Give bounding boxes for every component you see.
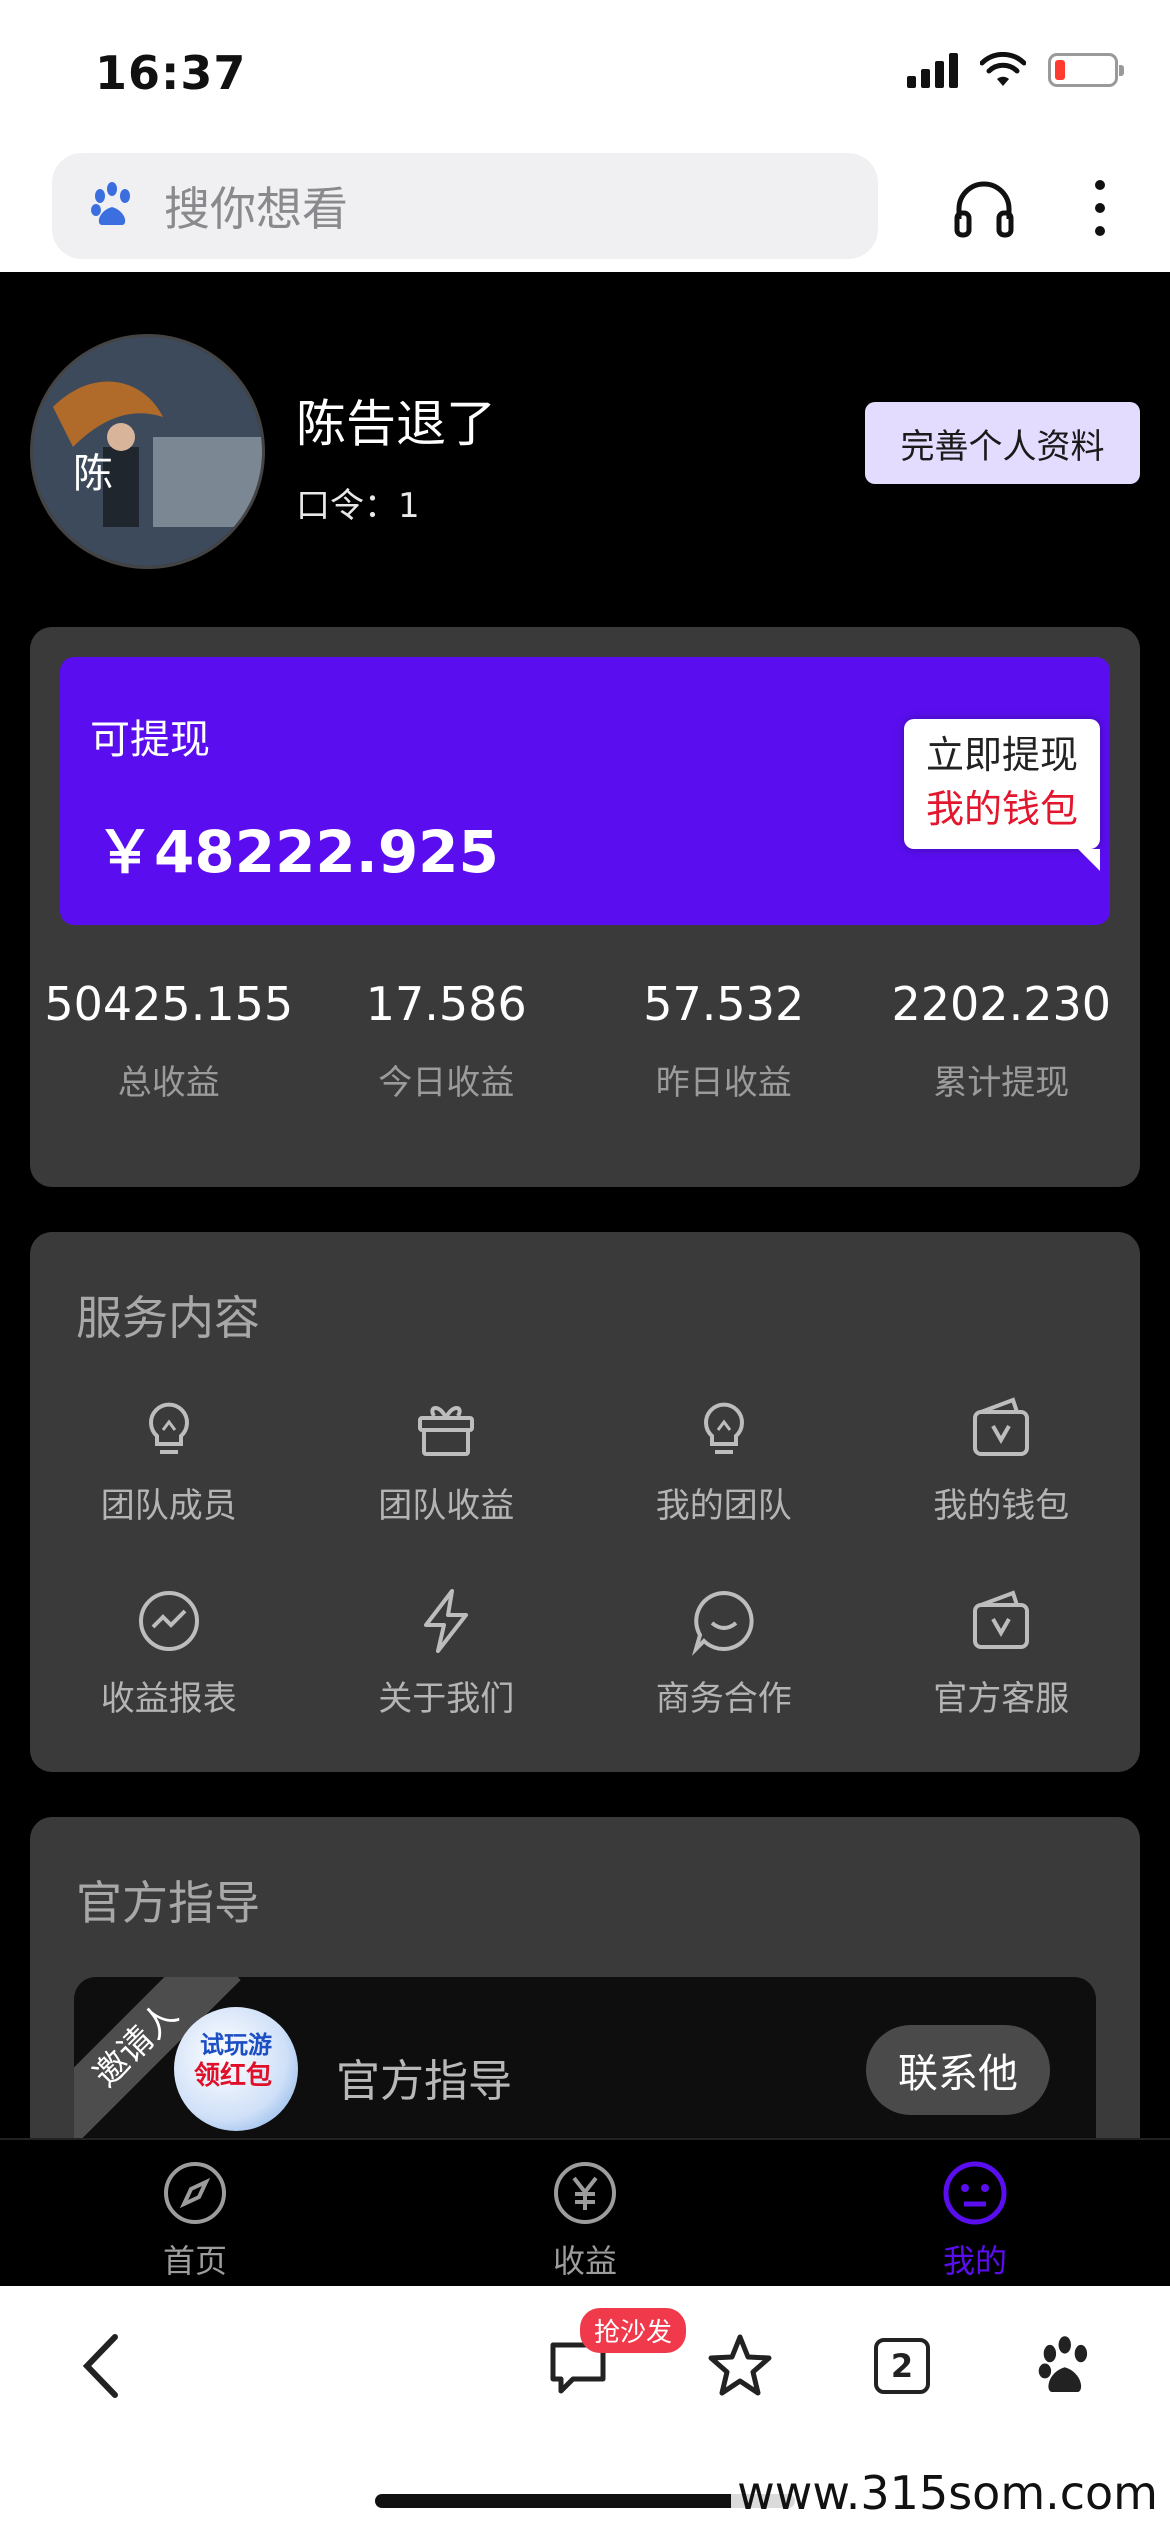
stat-total: 50425.155 总收益: [30, 977, 308, 1104]
tab-earnings[interactable]: 收益: [485, 2160, 685, 2282]
tabs-count-button[interactable]: 2: [862, 2326, 942, 2406]
earnings-stats: 50425.155 总收益 17.586 今日收益 57.532 昨日收益 22…: [30, 977, 1140, 1104]
tab-label: 首页: [162, 2242, 227, 2280]
yen-icon: [554, 2162, 616, 2224]
comment-badge: 抢沙发: [580, 2308, 687, 2353]
service-about-us[interactable]: 关于我们: [308, 1585, 586, 1720]
service-label: 关于我们: [378, 1679, 515, 1719]
services-title: 服务内容: [76, 1291, 260, 1345]
tabs-count: 2: [874, 2338, 930, 2394]
avatar-image: 陈: [33, 337, 262, 566]
headphones-icon[interactable]: [946, 170, 1022, 246]
invite-code: 口令：1: [296, 486, 420, 526]
bulb-icon: [703, 1402, 744, 1454]
favorite-star-icon[interactable]: [700, 2326, 780, 2406]
chart-icon: [138, 1591, 199, 1651]
search-placeholder: 搜你想看: [164, 182, 348, 236]
signal-icon: [907, 52, 958, 88]
tab-mine[interactable]: 我的: [875, 2160, 1075, 2282]
stat-value: 50425.155: [44, 977, 294, 1031]
browser-toolbar: 抢沙发 2 www.315som.com: [0, 2286, 1170, 2532]
guide-card: 官方指导 邀请人 试玩游 领红包 官方指导 联系他: [30, 1817, 1140, 2138]
service-business[interactable]: 商务合作: [585, 1585, 863, 1720]
stat-value: 57.532: [643, 977, 805, 1031]
guide-item: 邀请人 试玩游 领红包 官方指导 联系他: [74, 1977, 1096, 2138]
wifi-icon: [980, 52, 1026, 86]
wallet-icon: [973, 1397, 1030, 1456]
profile-header: 陈 陈告退了 口令：1 完善个人资料: [30, 334, 1140, 570]
browser-header: 16:37 搜你想看: [0, 0, 1170, 272]
service-my-team[interactable]: 我的团队: [585, 1392, 863, 1527]
stat-label: 总收益: [117, 1063, 220, 1103]
stat-withdrawn: 2202.230 累计提现: [863, 977, 1141, 1104]
balance-label: 可提现: [90, 717, 210, 763]
tab-label: 我的: [942, 2242, 1007, 2280]
guide-title: 官方指导: [76, 1876, 260, 1930]
service-label: 团队成员: [100, 1486, 237, 1526]
balance-amount: ￥48222.925: [96, 818, 499, 886]
service-label: 我的钱包: [933, 1486, 1070, 1526]
avatar[interactable]: 陈: [30, 334, 265, 569]
contact-button[interactable]: 联系他: [866, 2025, 1050, 2115]
guide-name: 官方指导: [336, 2056, 512, 2107]
status-icons: [907, 52, 1124, 88]
service-earnings-report[interactable]: 收益报表: [30, 1585, 308, 1720]
service-label: 收益报表: [100, 1679, 237, 1719]
wallet-icon: [973, 1590, 1030, 1649]
lightning-icon: [424, 1589, 469, 1653]
stat-yesterday: 57.532 昨日收益: [585, 977, 863, 1104]
face-icon: [943, 2161, 1007, 2225]
stat-value: 17.586: [365, 977, 527, 1031]
svg-text:陈: 陈: [73, 451, 113, 497]
service-customer-support[interactable]: 官方客服: [863, 1585, 1141, 1720]
guide-thumbnail: 试玩游 领红包: [174, 2007, 298, 2131]
service-team-earnings[interactable]: 团队收益: [308, 1392, 586, 1527]
gift-icon: [418, 1406, 475, 1456]
app-content: 陈 陈告退了 口令：1 完善个人资料 可提现 ￥48222.925 立即提现 我…: [0, 272, 1170, 2138]
back-icon[interactable]: [62, 2326, 142, 2406]
thumb-text: 领红包: [194, 2061, 273, 2091]
service-label: 商务合作: [655, 1679, 792, 1719]
service-team-members[interactable]: 团队成员: [30, 1392, 308, 1527]
tab-label: 收益: [552, 2242, 617, 2280]
services-card: 服务内容 团队成员 团队收益 我的团队 我的钱包 收益报表 关于我们 商务合作 …: [30, 1232, 1140, 1772]
watermark: www.315som.com: [731, 2466, 1164, 2520]
chat-icon: [691, 1590, 754, 1656]
service-label: 我的团队: [655, 1486, 792, 1526]
stat-label: 累计提现: [933, 1063, 1070, 1103]
stat-today: 17.586 今日收益: [308, 977, 586, 1104]
balance-panel: 可提现 ￥48222.925 立即提现 我的钱包: [60, 657, 1110, 925]
stat-label: 昨日收益: [655, 1063, 792, 1103]
service-my-wallet[interactable]: 我的钱包: [863, 1392, 1141, 1527]
username: 陈告退了: [296, 395, 496, 453]
earnings-card: 可提现 ￥48222.925 立即提现 我的钱包 50425.155 总收益 1…: [30, 627, 1140, 1187]
status-time: 16:37: [95, 46, 247, 100]
more-menu-icon[interactable]: [1062, 170, 1138, 246]
tab-home[interactable]: 首页: [95, 2160, 295, 2282]
stat-value: 2202.230: [891, 977, 1112, 1031]
stat-label: 今日收益: [378, 1063, 515, 1103]
service-label: 官方客服: [933, 1679, 1070, 1719]
services-grid: 团队成员 团队收益 我的团队 我的钱包 收益报表 关于我们 商务合作 官方客服: [30, 1392, 1140, 1720]
edit-profile-button[interactable]: 完善个人资料: [865, 402, 1140, 484]
withdraw-button[interactable]: 立即提现 我的钱包: [904, 719, 1100, 871]
bulb-icon: [148, 1402, 189, 1454]
battery-icon: [1048, 53, 1124, 87]
service-label: 团队收益: [378, 1486, 515, 1526]
compass-icon: [164, 2162, 226, 2224]
baidu-home-icon[interactable]: [1026, 2326, 1106, 2406]
wallet-label: 我的钱包: [925, 787, 1078, 831]
app-tab-bar: 首页 收益 我的: [0, 2138, 1170, 2284]
search-input[interactable]: 搜你想看: [52, 153, 878, 259]
withdraw-label: 立即提现: [925, 733, 1078, 777]
baidu-paw-icon: [91, 182, 130, 225]
